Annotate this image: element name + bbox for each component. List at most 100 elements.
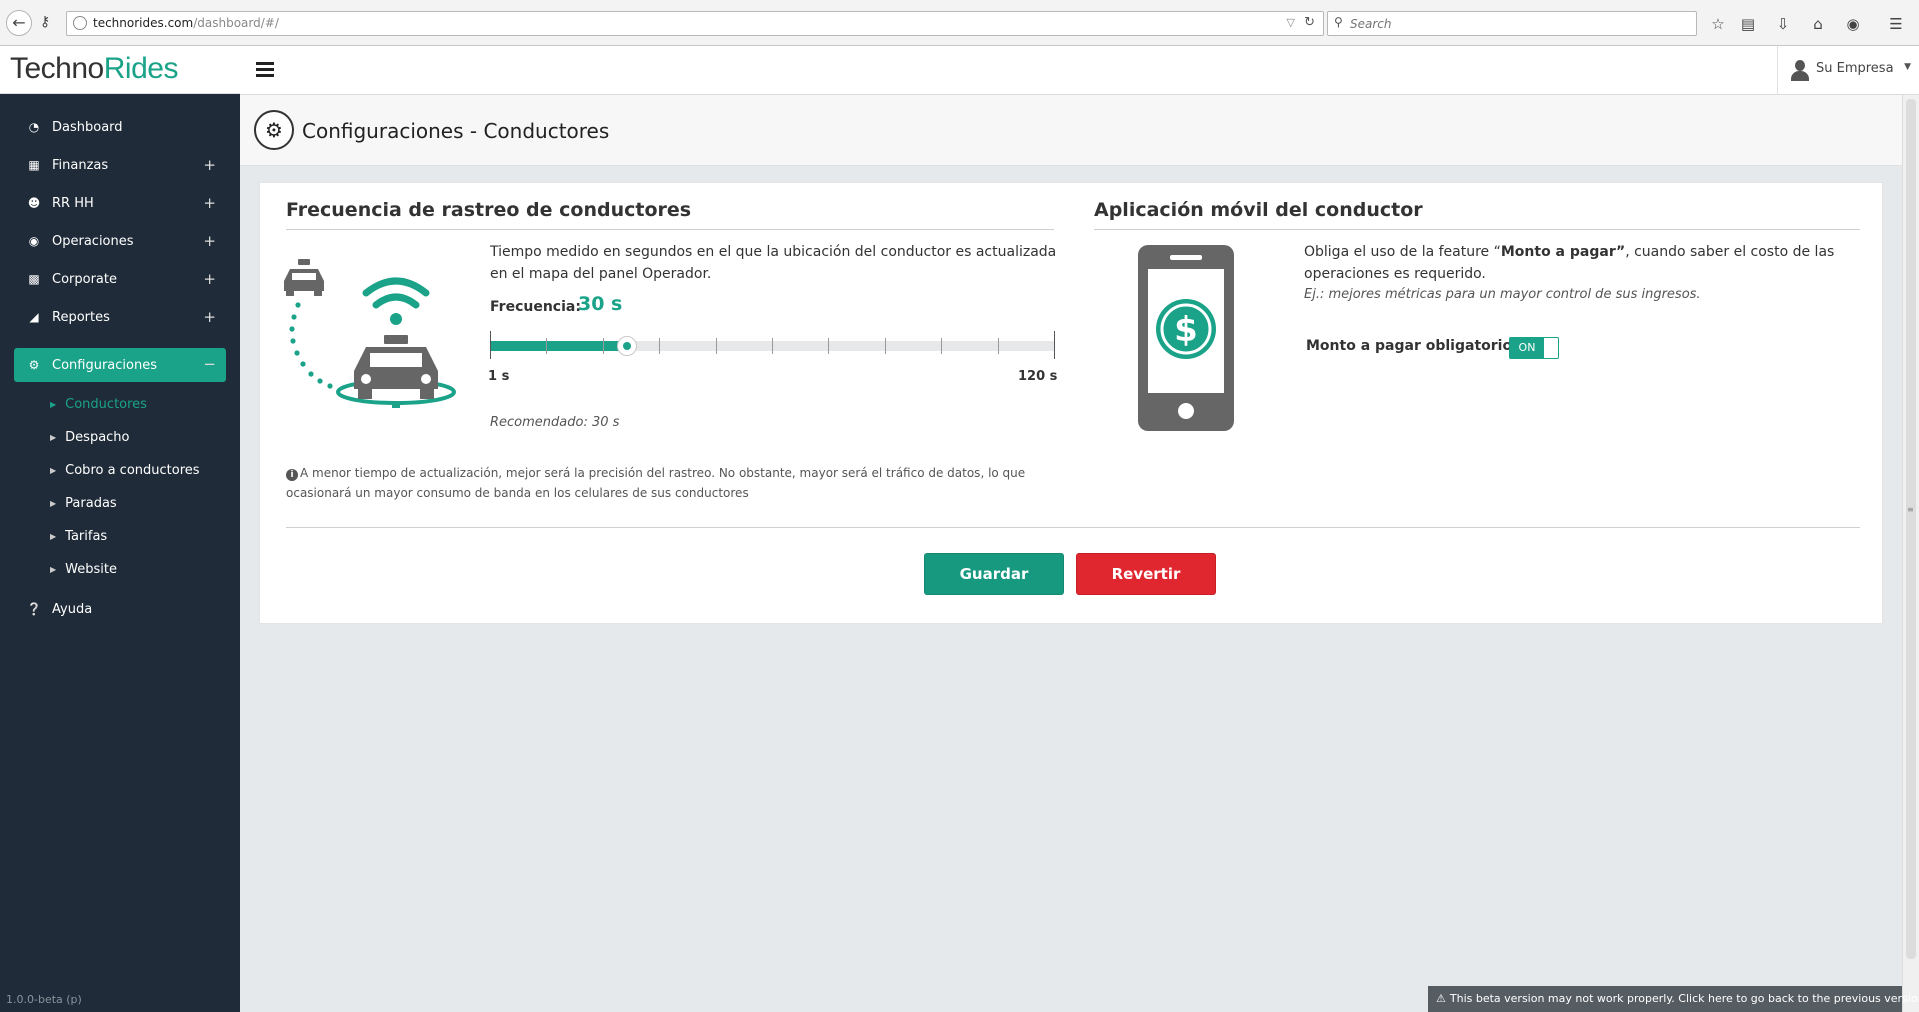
url-bar[interactable]: technorides.com/dashboard/#/ ▽ ↻ [66,11,1324,36]
route-dots [289,302,333,389]
sidebar-item-reportes[interactable]: ◢ Reportes + [0,298,240,336]
monto-obligatorio-toggle[interactable]: ON [1509,337,1559,359]
submenu-item-website[interactable]: ▶ Website [0,553,240,586]
sidebar-item-label: Reportes [52,309,110,325]
sidebar-item-finanzas[interactable]: ▦ Finanzas + [0,146,240,184]
download-icon[interactable]: ⇩ [1772,13,1794,35]
back-arrow-icon[interactable]: ← [6,10,32,36]
caret-right-icon: ▶ [50,565,57,574]
reload-icon[interactable]: ↻ [1304,15,1315,30]
expand-icon[interactable]: + [203,156,216,174]
sidebar-item-configuraciones[interactable]: ⚙ Configuraciones − [14,348,226,382]
slider-tick [490,331,491,359]
sidebar-item-rrhh[interactable]: ☻ RR HH + [0,184,240,222]
phone-illustration: $ [1138,245,1234,431]
sidebar-item-corporate[interactable]: ▩ Corporate + [0,260,240,298]
user-name: Su Empresa [1816,61,1894,76]
sidebar-item-label: Dashboard [52,119,123,135]
caret-right-icon: ▶ [50,499,57,508]
reading-list-icon[interactable]: ▤ [1737,13,1759,35]
submenu-item-label: Conductores [65,397,147,412]
page-scrollbar[interactable]: ≡ [1902,95,1919,1012]
settings-card: Frecuencia de rastreo de conductores Apl… [259,182,1883,624]
sidebar-menu: ◔ Dashboard ▦ Finanzas + ☻ RR HH + ◉ Ope… [0,108,240,628]
submenu-item-cobro-a-conductores[interactable]: ▶ Cobro a conductores [0,454,240,487]
tracking-info-note: iA menor tiempo de actualización, mejor … [286,463,1062,503]
browser-toolbar: ← ⚷ technorides.com/dashboard/#/ ▽ ↻ ⚲ ☆… [0,0,1919,46]
info-text: A menor tiempo de actualización, mejor s… [286,466,1026,500]
sidebar-item-ayuda[interactable]: ❔ Ayuda [0,590,240,628]
dashboard-icon: ◔ [28,120,40,134]
gear-icon: ⚙ [254,110,294,150]
slider-max-label: 120 s [1018,369,1058,384]
scrollbar-thumb[interactable] [1906,99,1916,959]
sidebar-item-operaciones[interactable]: ◉ Operaciones + [0,222,240,260]
slider-tick [1054,331,1055,359]
revert-button[interactable]: Revertir cambios [1076,553,1216,623]
bookmark-star-icon[interactable]: ☆ [1707,13,1729,35]
browser-search-box[interactable]: ⚲ [1327,11,1697,36]
frequency-value: 30 s [578,293,623,315]
browser-search-input[interactable] [1350,15,1680,33]
brand-name-part1: Techno [10,52,104,85]
submenu-item-despacho[interactable]: ▶ Despacho [0,421,240,454]
wifi-signal-icon [362,277,430,309]
submenu-item-conductores[interactable]: ▶ Conductores [0,388,240,421]
submenu-item-label: Despacho [65,430,130,445]
frequency-slider[interactable] [490,331,1055,359]
info-icon: i [286,469,298,481]
mobile-app-description: Obliga el uso de la feature “Monto a pag… [1304,244,1835,282]
tracking-description: Tiempo medido en segundos en el que la u… [490,244,1057,282]
submenu-item-paradas[interactable]: ▶ Paradas [0,487,240,520]
user-menu[interactable]: Su Empresa ▼ [1777,46,1919,95]
slider-handle[interactable] [617,336,637,356]
toggle-state: ON [1510,338,1544,358]
sidebar-item-label: RR HH [52,195,94,211]
expand-icon[interactable]: + [203,194,216,212]
slider-min-label: 1 s [488,369,510,384]
warning-icon: ⚠ [1436,992,1446,1005]
submenu-item-label: Paradas [65,496,117,511]
brand-logo[interactable]: TechnoRides [0,46,240,94]
map-marker-icon: ◉ [28,234,40,248]
sidebar-item-dashboard[interactable]: ◔ Dashboard [0,108,240,146]
question-circle-icon: ❔ [26,602,42,616]
expand-icon[interactable]: + [203,308,216,326]
slider-tick [941,338,942,354]
toggle-label: Monto a pagar obligatorio [1306,338,1513,354]
key-icon[interactable]: ⚷ [40,14,60,32]
calculator-icon: ▦ [28,158,40,172]
submenu-item-label: Cobro a conductores [65,463,200,478]
user-icon [1790,60,1810,82]
beta-banner[interactable]: ⚠ This beta version may not work properly… [1428,986,1919,1012]
url-text[interactable]: technorides.com/dashboard/#/ [93,16,279,30]
expand-icon[interactable]: + [203,232,216,250]
save-button[interactable]: Guardar [924,553,1064,595]
expand-icon[interactable]: + [203,270,216,288]
globe-icon [73,16,87,30]
slider-tick [885,338,886,354]
search-icon: ⚲ [1334,15,1343,29]
submenu-item-label: Tarifas [65,529,108,544]
collapse-icon[interactable]: − [203,355,216,373]
caret-right-icon: ▶ [50,400,57,409]
beta-banner-text: This beta version may not work properly.… [1449,992,1919,1005]
slider-tick [659,338,660,354]
home-icon[interactable]: ⌂ [1807,13,1829,35]
submenu-item-tarifas[interactable]: ▶ Tarifas [0,520,240,553]
svg-text:$: $ [1174,310,1198,350]
menu-icon[interactable]: ☰ [1885,13,1907,35]
small-taxi-icon [284,259,324,296]
caret-down-icon: ▼ [1904,62,1911,72]
users-icon: ☻ [27,196,41,210]
caret-right-icon: ▶ [50,466,57,475]
divider [286,527,1860,528]
chat-icon[interactable]: ◉ [1842,13,1864,35]
page-header: ⚙ Configuraciones - Conductores [240,95,1919,166]
sidebar-item-label: Ayuda [52,601,93,617]
slider-tick [546,338,547,354]
slider-fill [490,341,627,351]
history-dropdown-icon[interactable]: ▽ [1287,16,1295,29]
slider-tick [603,338,604,354]
hamburger-menu-icon[interactable] [256,62,274,77]
